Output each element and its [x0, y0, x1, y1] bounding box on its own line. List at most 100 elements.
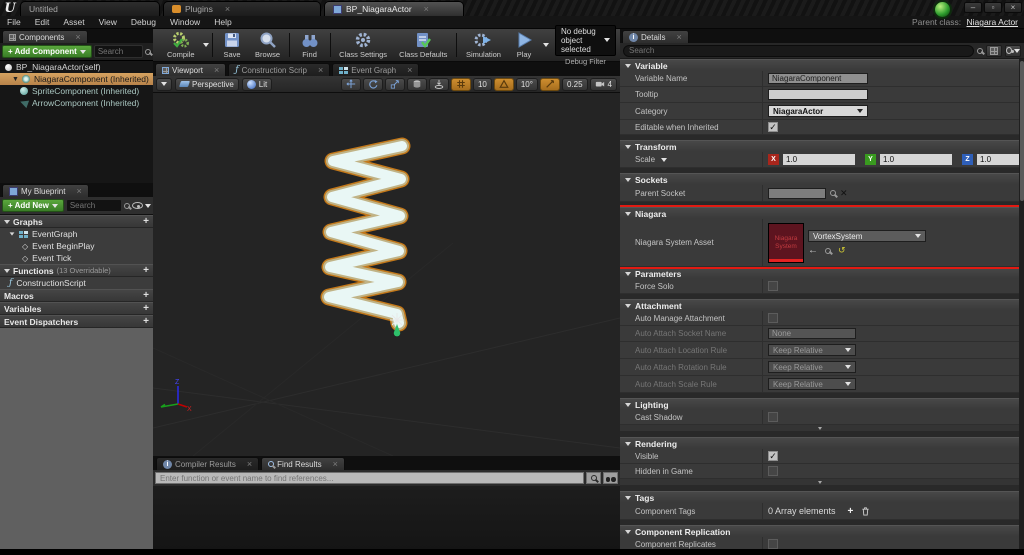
transform-header[interactable]: Transform: [620, 140, 1019, 152]
hidden-in-game-checkbox[interactable]: [768, 466, 778, 476]
window-tab-bp-niagaraactor[interactable]: BP_NiagaraActor ×: [324, 1, 464, 16]
parent-socket-input[interactable]: [768, 187, 826, 199]
add-graph-button[interactable]: +: [143, 217, 149, 227]
components-search-input[interactable]: [93, 45, 143, 58]
component-replication-header[interactable]: Component Replication: [620, 525, 1019, 537]
force-solo-checkbox[interactable]: [768, 281, 778, 291]
lighting-header[interactable]: Lighting: [620, 398, 1019, 410]
auto-attach-socket-name-input[interactable]: [768, 328, 856, 339]
scale-x-input[interactable]: 1.0: [783, 154, 855, 165]
event-tick-item[interactable]: ◇ Event Tick: [0, 252, 153, 264]
scale-tool-button[interactable]: [384, 77, 405, 91]
minimize-button[interactable]: –: [964, 2, 982, 13]
attachment-header[interactable]: Attachment: [620, 299, 1019, 311]
tooltip-input[interactable]: [768, 89, 868, 100]
event-dispatchers-header[interactable]: Event Dispatchers +: [0, 315, 153, 328]
browse-button[interactable]: Browse: [249, 30, 286, 60]
tree-item-arrow-component[interactable]: ArrowComponent (Inherited): [0, 97, 153, 109]
grid-snap-value-dropdown[interactable]: 10: [472, 77, 492, 91]
editable-when-inherited-checkbox[interactable]: ✓: [768, 122, 778, 132]
close-icon[interactable]: ×: [76, 187, 81, 196]
clear-socket-icon[interactable]: ✕: [840, 188, 848, 199]
my-blueprint-search-input[interactable]: [65, 199, 122, 212]
details-scrollbar[interactable]: [1019, 59, 1024, 549]
expand-arrow-icon[interactable]: ▼: [12, 76, 19, 83]
viewport-3d[interactable]: Z X: [153, 93, 620, 456]
tags-header[interactable]: Tags: [620, 491, 1019, 503]
sockets-header[interactable]: Sockets: [620, 173, 1019, 185]
variables-header[interactable]: Variables +: [0, 302, 153, 315]
display-filter-button[interactable]: [1005, 44, 1021, 57]
close-icon[interactable]: ×: [676, 33, 681, 42]
lighting-expander[interactable]: [620, 425, 1019, 432]
angle-snap-value-dropdown[interactable]: 10°: [515, 77, 538, 91]
menu-help[interactable]: Help: [207, 17, 238, 27]
camera-speed-button[interactable]: 4: [589, 77, 617, 91]
scrollbar-thumb[interactable]: [1019, 61, 1024, 201]
close-icon[interactable]: ×: [318, 66, 323, 75]
category-dropdown[interactable]: NiagaraActor: [768, 105, 868, 117]
details-tab[interactable]: i Details ×: [622, 30, 689, 43]
construction-script-item[interactable]: ƒ ConstructionScript: [0, 277, 153, 289]
component-replicates-checkbox[interactable]: [768, 539, 778, 549]
scale-y-input[interactable]: 1.0: [880, 154, 952, 165]
translate-tool-button[interactable]: [340, 77, 361, 91]
chevron-down-icon[interactable]: [145, 203, 151, 208]
find-references-input[interactable]: [155, 472, 584, 484]
tree-item-self[interactable]: BP_NiagaraActor(self): [0, 61, 153, 73]
close-icon[interactable]: ×: [333, 460, 338, 469]
play-options-chevron-icon[interactable]: [542, 43, 549, 47]
tab-compiler-results[interactable]: i Compiler Results ×: [156, 457, 260, 470]
menu-view[interactable]: View: [92, 17, 124, 27]
scale-z-input[interactable]: 1.0: [977, 154, 1019, 165]
niagara-asset-thumbnail[interactable]: Niagara System: [768, 222, 804, 263]
scale-snap-value-dropdown[interactable]: 0.25: [561, 77, 588, 91]
scale-snap-toggle[interactable]: [539, 77, 560, 91]
close-icon[interactable]: ×: [247, 460, 252, 469]
find-in-blueprints-button[interactable]: [603, 472, 618, 484]
close-icon[interactable]: ×: [214, 66, 219, 75]
my-blueprint-tab[interactable]: My Blueprint ×: [2, 184, 89, 197]
menu-file[interactable]: File: [0, 17, 28, 27]
search-button[interactable]: [586, 472, 601, 484]
use-selected-asset-icon[interactable]: ←: [808, 246, 818, 256]
lit-button[interactable]: Lit: [241, 77, 273, 91]
variable-header[interactable]: Variable: [620, 59, 1019, 71]
tree-item-niagara-component[interactable]: ▼ NiagaraComponent (Inherited): [0, 73, 153, 85]
tab-find-results[interactable]: Find Results ×: [261, 457, 345, 470]
macros-header[interactable]: Macros +: [0, 289, 153, 302]
add-function-button[interactable]: +: [143, 266, 149, 276]
close-icon[interactable]: ×: [407, 66, 412, 75]
grid-snap-toggle[interactable]: [450, 77, 471, 91]
perspective-button[interactable]: Perspective: [175, 77, 239, 91]
chevron-down-icon[interactable]: [661, 158, 668, 162]
property-matrix-button[interactable]: [986, 44, 1002, 57]
niagara-asset-dropdown[interactable]: VortexSystem: [808, 230, 926, 242]
auto-attach-location-rule-dropdown[interactable]: Keep Relative: [768, 344, 856, 356]
visibility-eye-icon[interactable]: [132, 202, 143, 209]
rotate-tool-button[interactable]: [362, 77, 383, 91]
event-beginplay-item[interactable]: ◇ Event BeginPlay: [0, 240, 153, 252]
simulation-button[interactable]: Simulation: [460, 30, 507, 60]
tab-viewport[interactable]: Viewport ×: [155, 63, 227, 76]
components-tab[interactable]: Components ×: [2, 30, 88, 43]
menu-asset[interactable]: Asset: [56, 17, 91, 27]
add-new-button[interactable]: + Add New: [2, 199, 64, 212]
auto-attach-scale-rule-dropdown[interactable]: Keep Relative: [768, 378, 856, 390]
event-graph-item[interactable]: EventGraph: [0, 228, 153, 240]
trash-icon[interactable]: [861, 506, 870, 516]
angle-snap-toggle[interactable]: [493, 77, 514, 91]
close-button[interactable]: ×: [1004, 2, 1022, 13]
save-button[interactable]: Save: [215, 30, 249, 60]
debug-object-dropdown[interactable]: No debug object selected: [554, 24, 616, 56]
add-macro-button[interactable]: +: [143, 291, 149, 301]
add-element-button[interactable]: +: [848, 506, 854, 517]
parent-class-link[interactable]: Niagara Actor: [967, 17, 1019, 27]
functions-header[interactable]: Functions (13 Overridable) +: [0, 264, 153, 277]
add-dispatcher-button[interactable]: +: [143, 317, 149, 327]
maximize-button[interactable]: ▫: [984, 2, 1002, 13]
rendering-expander[interactable]: [620, 479, 1019, 486]
class-settings-button[interactable]: Class Settings: [333, 30, 393, 60]
tree-item-sprite-component[interactable]: SpriteComponent (Inherited): [0, 85, 153, 97]
reset-to-default-icon[interactable]: ↺: [838, 246, 846, 255]
